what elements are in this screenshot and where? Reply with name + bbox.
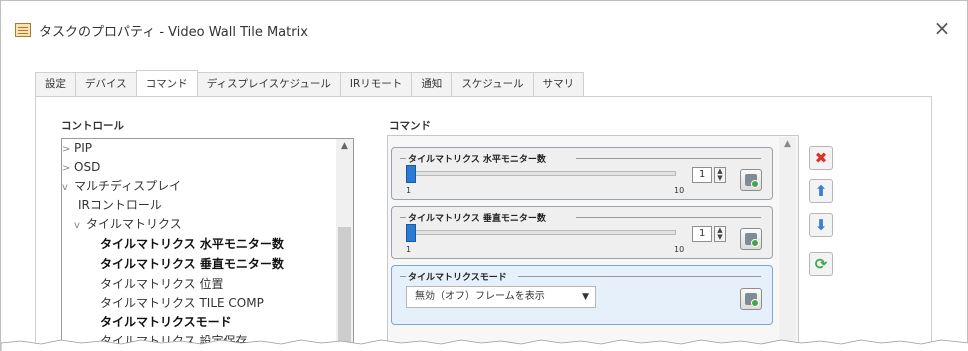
h-monitors-slider-thumb[interactable] bbox=[406, 165, 416, 183]
tree-item-label: PIP bbox=[74, 141, 93, 155]
slider-max-label: 10 bbox=[674, 245, 685, 254]
tab-devices[interactable]: デバイス bbox=[75, 72, 137, 96]
send-icon bbox=[751, 180, 759, 188]
torn-edge bbox=[1, 339, 968, 351]
send-icon bbox=[751, 239, 759, 247]
tree-item-tile-comp[interactable]: タイルマトリクス TILE COMP bbox=[100, 294, 264, 313]
tab-settings[interactable]: 設定 bbox=[35, 72, 76, 96]
chevron-down-icon: v bbox=[62, 182, 68, 193]
select-value: 無効（オフ）フレームを表示 bbox=[415, 291, 545, 302]
delete-command-button[interactable]: ✖ bbox=[809, 146, 833, 170]
move-down-button[interactable]: ⬇ bbox=[809, 213, 833, 237]
slider-max-label: 10 bbox=[674, 186, 685, 195]
tab-strip: 設定 デバイス コマンド ディスプレイスケジュール IRリモート 通知 スケジュ… bbox=[35, 70, 585, 96]
tree-item-label: マルチディスプレイ bbox=[74, 179, 182, 193]
commands-scrollbar[interactable]: ▲ bbox=[779, 137, 796, 351]
delete-icon: ✖ bbox=[814, 149, 828, 167]
send-command-button[interactable] bbox=[740, 169, 762, 191]
command-legend: タイルマトリクス 垂直モニター数 bbox=[406, 211, 548, 224]
scroll-up-icon[interactable]: ▲ bbox=[336, 141, 353, 155]
controls-scrollbar[interactable]: ▲ bbox=[336, 139, 353, 351]
spin-buttons[interactable]: ▲ ▼ bbox=[714, 167, 726, 183]
tree-item-osd[interactable]: > OSD bbox=[62, 158, 100, 177]
dropdown-arrow-icon: ▼ bbox=[582, 292, 589, 302]
v-monitors-slider-thumb[interactable] bbox=[406, 224, 416, 242]
send-command-button[interactable] bbox=[740, 228, 762, 250]
tree-item-tile-h-monitors[interactable]: タイルマトリクス 水平モニター数 bbox=[100, 235, 284, 254]
controls-tree: > PIP > OSD v マルチディスプレイ IRコントロール v タイルマトリクス … bbox=[61, 138, 354, 351]
move-up-icon: ⬆ bbox=[814, 182, 828, 200]
chevron-right-icon: > bbox=[62, 144, 71, 155]
group-border bbox=[576, 158, 761, 159]
command-tile-v-monitors: タイルマトリクス 垂直モニター数 1 10 1 ▲ ▼ bbox=[391, 206, 773, 259]
tree-item-label: IRコントロール bbox=[78, 198, 162, 212]
chevron-right-icon: > bbox=[62, 163, 71, 174]
refresh-button[interactable]: ⟳ bbox=[809, 252, 833, 276]
tree-item-tile-mode[interactable]: タイルマトリクスモード bbox=[100, 313, 232, 332]
commands-group-label: コマンド bbox=[389, 120, 431, 132]
tab-notifications[interactable]: 通知 bbox=[411, 72, 453, 96]
tab-ir-remote[interactable]: IRリモート bbox=[339, 72, 413, 96]
slider-min-label: 1 bbox=[406, 245, 412, 254]
tree-item-label: タイルマトリクス bbox=[86, 217, 182, 231]
task-properties-icon bbox=[15, 23, 31, 37]
tree-item-pip[interactable]: > PIP bbox=[62, 139, 92, 158]
move-down-icon: ⬇ bbox=[814, 216, 828, 234]
send-command-button[interactable] bbox=[740, 288, 762, 310]
chevron-down-icon: v bbox=[74, 220, 80, 231]
title-bar: タスクのプロパティ - Video Wall Tile Matrix × bbox=[1, 1, 967, 57]
group-border bbox=[576, 217, 761, 218]
tree-item-tile-v-monitors[interactable]: タイルマトリクス 垂直モニター数 bbox=[100, 255, 284, 274]
controls-group-label: コントロール bbox=[61, 120, 124, 132]
scroll-thumb[interactable] bbox=[338, 227, 351, 351]
tree-item-tile-position[interactable]: タイルマトリクス 位置 bbox=[100, 275, 223, 294]
task-properties-window: タスクのプロパティ - Video Wall Tile Matrix × 設定 … bbox=[0, 0, 968, 351]
h-monitors-value-field[interactable]: 1 bbox=[692, 167, 712, 183]
spin-buttons[interactable]: ▲ ▼ bbox=[714, 226, 726, 242]
tab-schedule[interactable]: スケジュール bbox=[451, 72, 534, 96]
send-icon bbox=[751, 299, 759, 307]
tree-item-ir-control[interactable]: IRコントロール bbox=[78, 196, 162, 215]
window-title: タスクのプロパティ - Video Wall Tile Matrix bbox=[39, 25, 308, 40]
tree-item-tile-matrix[interactable]: v タイルマトリクス bbox=[74, 215, 182, 234]
group-border bbox=[518, 276, 761, 277]
tree-item-label: OSD bbox=[74, 160, 101, 174]
v-monitors-slider-track[interactable] bbox=[406, 230, 676, 235]
tree-item-multi-display[interactable]: v マルチディスプレイ bbox=[62, 177, 181, 196]
tab-commands[interactable]: コマンド bbox=[135, 70, 198, 96]
refresh-icon: ⟳ bbox=[814, 255, 828, 273]
command-legend: タイルマトリクスモード bbox=[406, 270, 509, 283]
close-button[interactable]: × bbox=[931, 17, 953, 39]
tab-summary[interactable]: サマリ bbox=[532, 72, 585, 96]
slider-min-label: 1 bbox=[406, 186, 412, 195]
scroll-up-icon[interactable]: ▲ bbox=[779, 139, 796, 153]
v-monitors-value-field[interactable]: 1 bbox=[692, 226, 712, 242]
command-legend: タイルマトリクス 水平モニター数 bbox=[406, 152, 548, 165]
h-monitors-slider-track[interactable] bbox=[406, 171, 676, 176]
tile-mode-select[interactable]: 無効（オフ）フレームを表示 ▼ bbox=[406, 286, 596, 308]
command-tile-mode[interactable]: タイルマトリクスモード 無効（オフ）フレームを表示 ▼ bbox=[391, 265, 773, 325]
tab-display-schedule[interactable]: ディスプレイスケジュール bbox=[196, 72, 341, 96]
command-tile-h-monitors: タイルマトリクス 水平モニター数 1 10 1 ▲ ▼ bbox=[391, 147, 773, 200]
move-up-button[interactable]: ⬆ bbox=[809, 179, 833, 203]
